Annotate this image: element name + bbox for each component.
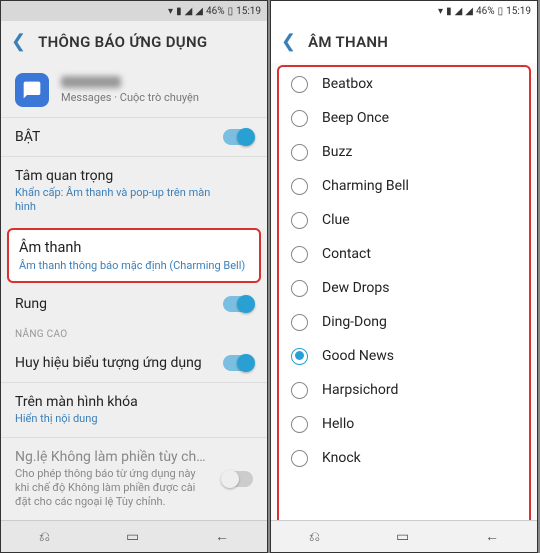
signal-icon: ◢ xyxy=(455,6,463,17)
radio-icon xyxy=(291,314,308,331)
badge-row[interactable]: Huy hiệu biểu tượng ứng dụng xyxy=(1,344,267,382)
nav-recents-icon[interactable]: ⎌ xyxy=(39,529,50,545)
sound-label: Beep Once xyxy=(322,110,389,126)
radio-icon xyxy=(291,144,308,161)
sound-item[interactable]: Harpsichord xyxy=(279,373,529,407)
page-title: ÂM THANH xyxy=(308,33,388,51)
header: ❮ THÔNG BÁO ỨNG DỤNG xyxy=(1,21,267,63)
radio-icon xyxy=(291,416,308,433)
signal-icon: ◢ xyxy=(195,6,203,17)
sound-item[interactable]: Dew Drops xyxy=(279,271,529,305)
lockscreen-row[interactable]: Trên màn hình khóa Hiển thị nội dung xyxy=(1,383,267,437)
sound-label: Knock xyxy=(322,450,361,466)
app-name-blurred xyxy=(61,76,121,88)
lockscreen-label: Trên màn hình khóa xyxy=(15,394,138,410)
sound-row[interactable]: Âm thanh Âm thanh thông báo mặc định (Ch… xyxy=(7,228,261,283)
battery-icon: ▯ xyxy=(498,6,504,17)
radio-icon xyxy=(291,212,308,229)
radio-icon xyxy=(291,76,308,93)
lockscreen-sub: Hiển thị nội dung xyxy=(15,412,138,426)
badge-toggle[interactable] xyxy=(223,355,253,371)
status-bar: ▾ ▮ ◢ ◢ 46% ▯ 15:19 xyxy=(1,1,267,21)
advanced-header: NÂNG CAO xyxy=(1,323,267,344)
clock-text: 15:19 xyxy=(506,6,531,17)
nav-home-icon[interactable]: ▭ xyxy=(126,529,139,545)
radio-icon xyxy=(291,280,308,297)
app-row: Messages · Cuộc trò chuyện xyxy=(1,63,267,117)
battery-icon: ▯ xyxy=(228,6,234,17)
card-icon: ▮ xyxy=(446,6,452,17)
nav-bar: ⎌ ▭ ← xyxy=(271,520,537,552)
nav-home-icon[interactable]: ▭ xyxy=(396,529,409,545)
wifi-icon: ▾ xyxy=(438,6,443,17)
dnd-row[interactable]: Ng.lệ Không làm phiền tùy ch… Cho phép t… xyxy=(1,438,267,520)
sound-item[interactable]: Contact xyxy=(279,237,529,271)
sound-label: Hello xyxy=(322,416,354,432)
sound-list: Beatbox Beep Once Buzz Charming Bell Clue Con… xyxy=(277,65,531,552)
card-icon: ▮ xyxy=(176,6,182,17)
master-toggle-row[interactable]: BẬT xyxy=(1,118,267,156)
sound-label: Contact xyxy=(322,246,371,262)
status-icons: ▾ ▮ ◢ ◢ 46% ▯ 15:19 xyxy=(438,6,531,17)
sound-label: Buzz xyxy=(322,144,352,160)
sound-item[interactable]: Beatbox xyxy=(279,67,529,101)
radio-icon xyxy=(291,348,308,365)
sound-item[interactable]: Charming Bell xyxy=(279,169,529,203)
radio-icon xyxy=(291,450,308,467)
sound-item[interactable]: Knock xyxy=(279,441,529,475)
sound-item[interactable]: Ding-Dong xyxy=(279,305,529,339)
nav-back-icon[interactable]: ← xyxy=(485,528,499,545)
radio-icon xyxy=(291,178,308,195)
vibrate-label: Rung xyxy=(15,296,47,312)
badge-label: Huy hiệu biểu tượng ứng dụng xyxy=(15,355,202,371)
back-icon[interactable]: ❮ xyxy=(11,33,26,51)
sound-item[interactable]: Clue xyxy=(279,203,529,237)
sound-label: Beatbox xyxy=(322,76,373,92)
sound-label: Good News xyxy=(322,348,394,364)
sound-label: Charming Bell xyxy=(322,178,409,194)
header: ❮ ÂM THANH xyxy=(271,21,537,63)
page-title: THÔNG BÁO ỨNG DỤNG xyxy=(38,33,207,51)
dnd-label: Ng.lệ Không làm phiền tùy ch… xyxy=(15,449,210,465)
signal-icon: ◢ xyxy=(465,6,473,17)
radio-icon xyxy=(291,110,308,127)
battery-text: 46% xyxy=(206,6,225,17)
nav-recents-icon[interactable]: ⎌ xyxy=(309,529,320,545)
vibrate-row[interactable]: Rung xyxy=(1,285,267,323)
dnd-toggle[interactable] xyxy=(223,471,253,487)
wifi-icon: ▾ xyxy=(168,6,173,17)
nav-back-icon[interactable]: ← xyxy=(215,528,229,545)
signal-icon: ◢ xyxy=(185,6,193,17)
sound-label: Dew Drops xyxy=(322,280,389,296)
phone-right: ▾ ▮ ◢ ◢ 46% ▯ 15:19 ❮ ÂM THANH BeatboxBe… xyxy=(270,0,538,553)
sound-label: Clue xyxy=(322,212,350,228)
nav-bar: ⎌ ▭ ← xyxy=(1,520,267,552)
app-subtitle: Messages · Cuộc trò chuyện xyxy=(61,91,199,104)
phone-left: ▾ ▮ ◢ ◢ 46% ▯ 15:19 ❮ THÔNG BÁO ỨNG DỤNG… xyxy=(0,0,268,553)
sound-item[interactable]: Good News xyxy=(279,339,529,373)
importance-sub: Khẩn cấp: Âm thanh và pop-up trên màn hì… xyxy=(15,186,215,215)
messages-app-icon xyxy=(15,73,49,107)
status-icons: ▾ ▮ ◢ ◢ 46% ▯ 15:19 xyxy=(168,6,261,17)
importance-label: Tâm quan trọng xyxy=(15,168,215,184)
sound-label: Ding-Dong xyxy=(322,314,387,330)
sound-label: Harpsichord xyxy=(322,382,398,398)
master-toggle[interactable] xyxy=(223,129,253,145)
sound-sub: Âm thanh thông báo mặc định (Charming Be… xyxy=(19,259,249,272)
vibrate-toggle[interactable] xyxy=(223,296,253,312)
radio-icon xyxy=(291,382,308,399)
sound-label: Âm thanh xyxy=(19,239,249,256)
back-icon[interactable]: ❮ xyxy=(281,33,296,51)
sound-item[interactable]: Beep Once xyxy=(279,101,529,135)
dnd-sub: Cho phép thông báo từ ứng dụng này khi c… xyxy=(15,467,210,510)
status-bar: ▾ ▮ ◢ ◢ 46% ▯ 15:19 xyxy=(271,1,537,21)
battery-text: 46% xyxy=(476,6,495,17)
importance-row[interactable]: Tâm quan trọng Khẩn cấp: Âm thanh và pop… xyxy=(1,157,267,226)
sound-item[interactable]: Hello xyxy=(279,407,529,441)
sound-item[interactable]: Buzz xyxy=(279,135,529,169)
clock-text: 15:19 xyxy=(236,6,261,17)
radio-icon xyxy=(291,246,308,263)
on-label: BẬT xyxy=(15,129,40,145)
